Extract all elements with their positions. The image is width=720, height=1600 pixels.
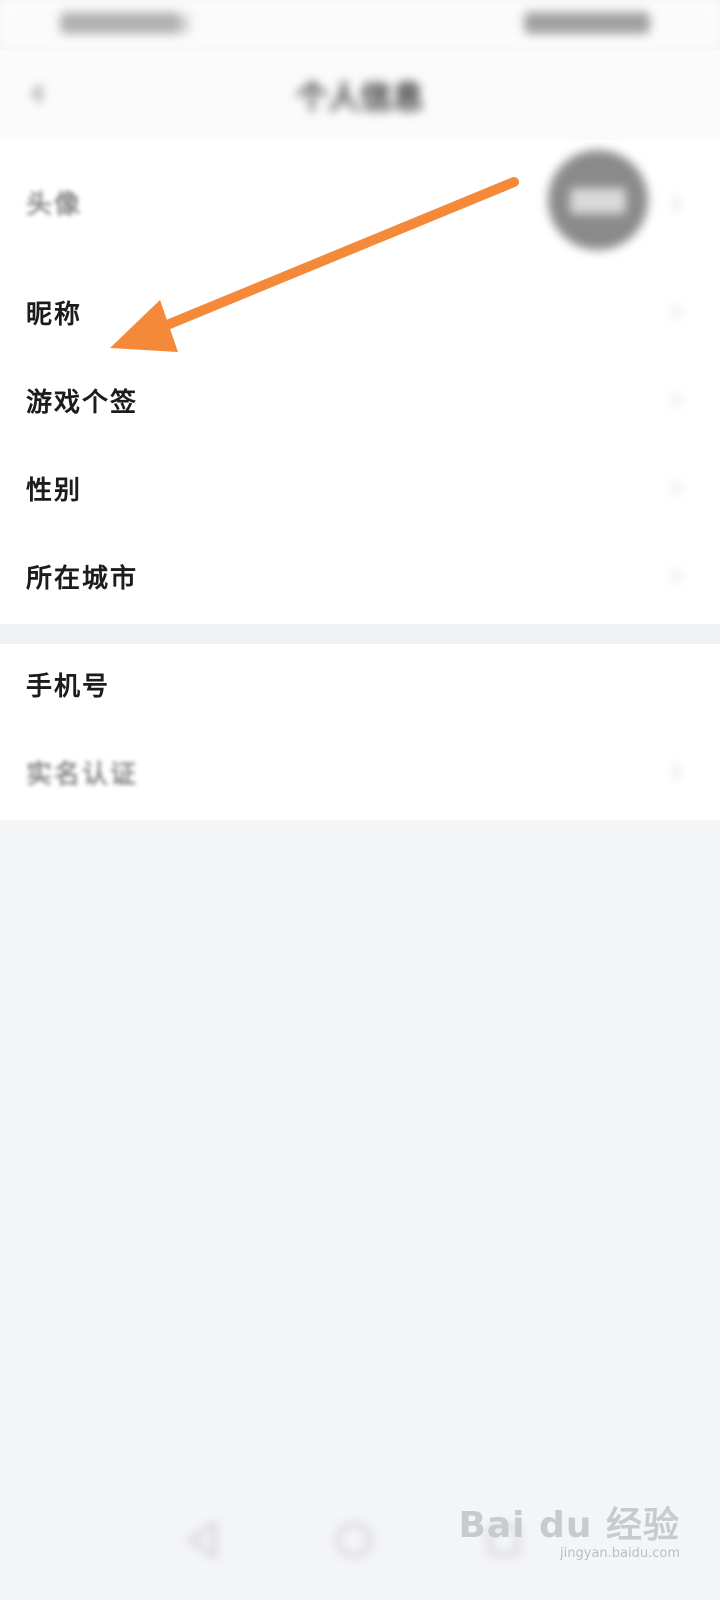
watermark-title: Bai du 经验 [458,1505,680,1546]
watermark: Bai du 经验 jingyan.baidu.com [458,1496,680,1561]
back-triangle-icon[interactable] [182,1518,226,1562]
home-circle-icon[interactable] [332,1518,376,1562]
watermark-subtitle: jingyan.baidu.com [560,1546,680,1561]
annotation-arrow-icon [110,177,519,352]
